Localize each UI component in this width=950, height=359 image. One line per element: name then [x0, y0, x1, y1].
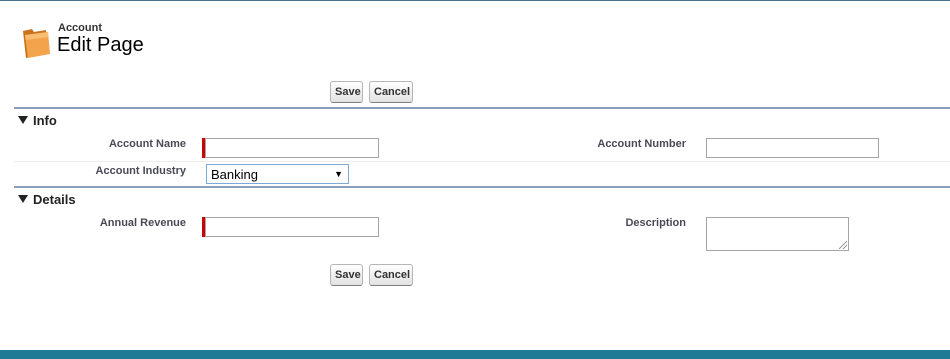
annual-revenue-input[interactable] [205, 217, 379, 237]
details-section-header[interactable]: Details [18, 192, 76, 208]
account-name-label: Account Name [108, 138, 186, 150]
cancel-button[interactable]: Cancel [369, 81, 413, 103]
description-label: Description [625, 217, 686, 229]
dropdown-arrow-icon: ▼ [334, 169, 343, 179]
account-number-input[interactable] [706, 138, 879, 158]
account-industry-label: Account Industry [95, 165, 186, 177]
folder-icon [23, 29, 50, 58]
info-section-divider [14, 107, 950, 109]
save-button[interactable]: Save [330, 264, 363, 286]
description-textarea[interactable] [706, 217, 849, 251]
account-industry-selected-value: Banking [211, 167, 258, 182]
cancel-button[interactable]: Cancel [369, 264, 413, 286]
account-name-input[interactable] [205, 138, 379, 158]
details-section-title: Details [33, 192, 76, 207]
account-number-label: Account Number [597, 138, 686, 150]
account-industry-select[interactable]: Banking ▼ [206, 164, 349, 184]
annual-revenue-label: Annual Revenue [99, 217, 186, 229]
collapse-triangle-icon [18, 195, 28, 203]
info-section-header[interactable]: Info [18, 113, 57, 129]
page-title: Edit Page [57, 34, 144, 56]
info-section-title: Info [33, 113, 57, 128]
collapse-triangle-icon [18, 116, 28, 124]
details-section-divider [14, 186, 950, 188]
field-row-divider [14, 161, 950, 162]
resize-grip-icon[interactable] [839, 241, 847, 249]
save-button[interactable]: Save [330, 81, 363, 103]
object-type-label: Account [58, 22, 102, 34]
